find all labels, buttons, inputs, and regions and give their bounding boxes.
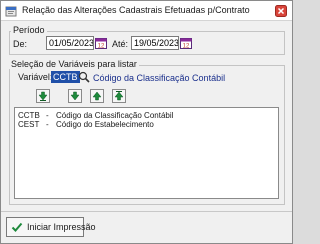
move-all-down-button[interactable] bbox=[36, 89, 50, 103]
dialog-window: Relação das Alterações Cadastrais Efetua… bbox=[0, 0, 293, 244]
move-down-button[interactable] bbox=[68, 89, 82, 103]
svg-text:12: 12 bbox=[98, 44, 105, 50]
list-item[interactable]: CEST - Código do Estabelecimento bbox=[18, 120, 273, 130]
close-icon[interactable] bbox=[275, 5, 287, 17]
calendar-icon[interactable]: 12 bbox=[180, 37, 192, 50]
item-code: CEST bbox=[18, 120, 40, 129]
arrow-up-icon bbox=[114, 91, 124, 101]
item-description: Código da Classificação Contábil bbox=[56, 111, 174, 120]
item-description: Código do Estabelecimento bbox=[56, 120, 154, 129]
ate-date-field[interactable] bbox=[131, 36, 179, 50]
variavel-description: Código da Classificação Contábil bbox=[93, 73, 226, 83]
footer-bar: Iniciar Impressão bbox=[1, 211, 292, 243]
arrow-down-icon bbox=[38, 91, 48, 101]
check-icon bbox=[11, 221, 23, 233]
de-label: De: bbox=[13, 39, 28, 49]
periodo-group-title: Período bbox=[11, 25, 47, 35]
svg-text:12: 12 bbox=[183, 44, 190, 50]
variavel-label: Variável: bbox=[18, 72, 53, 82]
de-date-field[interactable] bbox=[46, 36, 94, 50]
selecao-group-title: Seleção de Variáveis para listar bbox=[9, 59, 139, 69]
title-bar[interactable]: Relação das Alterações Cadastrais Efetua… bbox=[1, 1, 292, 21]
variables-listbox[interactable]: CCTB - Código da Classificação Contábil … bbox=[14, 107, 279, 199]
app-icon bbox=[5, 5, 17, 17]
calendar-icon[interactable]: 12 bbox=[95, 37, 107, 50]
variavel-select[interactable]: CCTB bbox=[51, 71, 80, 83]
arrow-up-icon bbox=[92, 91, 102, 101]
start-print-button[interactable]: Iniciar Impressão bbox=[6, 217, 96, 237]
move-all-up-button[interactable] bbox=[112, 89, 126, 103]
item-separator: - bbox=[46, 111, 49, 120]
search-icon[interactable] bbox=[78, 71, 90, 83]
window-title: Relação das Alterações Cadastrais Efetua… bbox=[22, 5, 250, 15]
move-up-button[interactable] bbox=[90, 89, 104, 103]
start-print-label: Iniciar Impressão bbox=[27, 222, 96, 232]
ate-label: Até: bbox=[112, 39, 129, 49]
item-code: CCTB bbox=[18, 111, 40, 120]
item-separator: - bbox=[46, 120, 49, 129]
arrow-down-icon bbox=[70, 91, 80, 101]
